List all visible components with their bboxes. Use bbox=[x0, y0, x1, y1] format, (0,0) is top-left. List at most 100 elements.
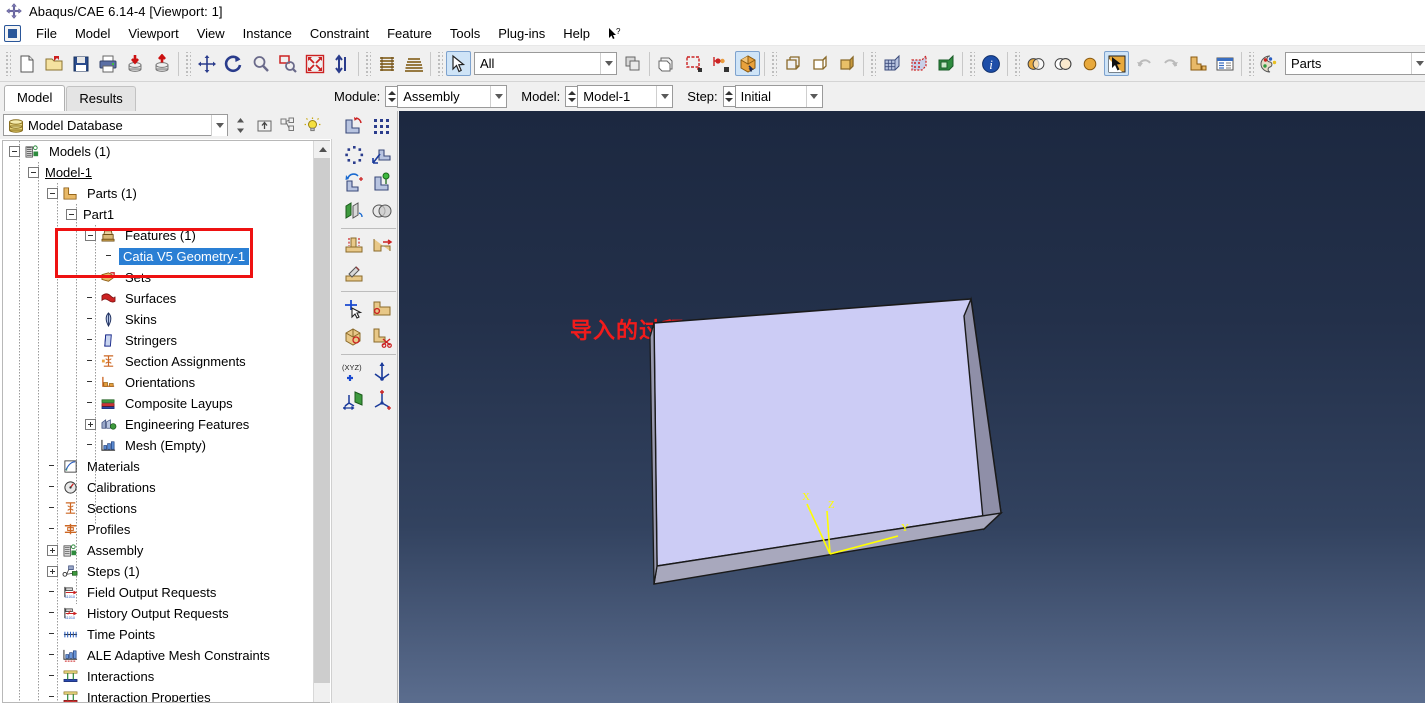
part-geometry[interactable]: X Y Z bbox=[399, 111, 1425, 703]
tree-expander-toggle[interactable] bbox=[66, 209, 77, 220]
toolbar-grip-view[interactable] bbox=[184, 51, 191, 76]
tab-results[interactable]: Results bbox=[66, 86, 136, 111]
tree-node-catia-v5-geometry-1[interactable]: Catia V5 Geometry-1 bbox=[3, 246, 313, 267]
tree-node-interactions[interactable]: Interactions bbox=[3, 666, 313, 687]
tree-node-engineering-features[interactable]: Engineering Features bbox=[3, 414, 313, 435]
linear-pattern-icon[interactable] bbox=[368, 113, 396, 141]
filter-tree-icon[interactable] bbox=[276, 114, 300, 136]
edit-constraint-icon[interactable] bbox=[340, 260, 368, 288]
mesh-cube-icon[interactable] bbox=[879, 51, 904, 76]
datum-plane-icon[interactable] bbox=[340, 386, 368, 414]
parallel-icon[interactable] bbox=[401, 51, 426, 76]
import-icon[interactable] bbox=[122, 51, 147, 76]
select-entity-icon[interactable] bbox=[620, 51, 645, 76]
toolbar-grip-mesh[interactable] bbox=[869, 51, 876, 76]
tree-node-orientations[interactable]: Orientations bbox=[3, 372, 313, 393]
select-arrow-icon[interactable] bbox=[446, 51, 471, 76]
model-database-combo[interactable]: Model Database bbox=[3, 114, 228, 136]
color-palette-icon[interactable] bbox=[1257, 51, 1282, 76]
datum-csys-create-icon[interactable] bbox=[368, 386, 396, 414]
query-point-icon[interactable] bbox=[340, 295, 368, 323]
tree-node-composite-layups[interactable]: Composite Layups bbox=[3, 393, 313, 414]
toolbar-grip-bool[interactable] bbox=[1013, 51, 1020, 76]
toolbar-grip-info[interactable] bbox=[968, 51, 975, 76]
merge-cut-icon[interactable] bbox=[340, 197, 368, 225]
toolbar-grip[interactable] bbox=[4, 51, 11, 76]
remove-group-icon[interactable] bbox=[708, 51, 733, 76]
scroll-up-icon[interactable] bbox=[314, 141, 330, 158]
tree-node-interaction-properties[interactable]: Interaction Properties bbox=[3, 687, 313, 702]
tree-node-models-1[interactable]: Models (1) bbox=[3, 141, 313, 162]
menu-view[interactable]: View bbox=[188, 24, 234, 43]
toolbar-grip-proj[interactable] bbox=[364, 51, 371, 76]
tree-expander-toggle[interactable] bbox=[85, 419, 96, 430]
boolean-union-icon[interactable] bbox=[1023, 51, 1048, 76]
rotate-icon[interactable] bbox=[221, 51, 246, 76]
tree-expander-toggle[interactable] bbox=[28, 167, 39, 178]
query-info-icon[interactable]: i bbox=[978, 51, 1003, 76]
node-cube-icon[interactable] bbox=[906, 51, 931, 76]
tree-node-surfaces[interactable]: Surfaces bbox=[3, 288, 313, 309]
pan-icon[interactable] bbox=[194, 51, 219, 76]
tree-node-parts-1[interactable]: Parts (1) bbox=[3, 183, 313, 204]
tree-node-sets[interactable]: Sets bbox=[3, 267, 313, 288]
parallel-face-icon[interactable] bbox=[368, 232, 396, 260]
menu-feature[interactable]: Feature bbox=[378, 24, 441, 43]
model-tree-icon[interactable] bbox=[1212, 51, 1237, 76]
tree-node-ale-adaptive-mesh-constraints[interactable]: ALE Adaptive Mesh Constraints bbox=[3, 645, 313, 666]
boolean-intersect-icon[interactable] bbox=[1050, 51, 1075, 76]
chevron-down-icon-2[interactable] bbox=[1411, 53, 1425, 74]
tree-expander-toggle[interactable] bbox=[85, 230, 96, 241]
partition-cut-icon[interactable] bbox=[368, 323, 396, 351]
menu-plugins[interactable]: Plug-ins bbox=[489, 24, 554, 43]
selection-filter-combo[interactable]: All bbox=[474, 52, 617, 75]
tree-expander-toggle[interactable] bbox=[47, 566, 58, 577]
datum-xyz-icon[interactable]: (XYZ) bbox=[340, 358, 368, 386]
perspective-icon[interactable] bbox=[374, 51, 399, 76]
tree-node-field-output-requests[interactable]: 11010 Field Output Requests bbox=[3, 582, 313, 603]
tab-model[interactable]: Model bbox=[4, 85, 66, 111]
probe-arrow-icon[interactable] bbox=[1104, 51, 1129, 76]
tree-node-assembly[interactable]: Assembly bbox=[3, 540, 313, 561]
chevron-down-icon-model[interactable] bbox=[656, 86, 673, 107]
tree-node-stringers[interactable]: Stringers bbox=[3, 330, 313, 351]
menu-constraint[interactable]: Constraint bbox=[301, 24, 378, 43]
translate-to-icon[interactable] bbox=[368, 169, 396, 197]
model-spinner[interactable] bbox=[565, 86, 578, 107]
part-manager-icon[interactable] bbox=[1185, 51, 1210, 76]
step-combo[interactable]: Initial bbox=[734, 85, 823, 108]
save-disk-icon[interactable] bbox=[68, 51, 93, 76]
wireframe-icon[interactable] bbox=[780, 51, 805, 76]
chevron-down-icon[interactable] bbox=[600, 53, 616, 74]
toolbar-grip-color[interactable] bbox=[1247, 51, 1254, 76]
tree-node-features-1[interactable]: Features (1) bbox=[3, 225, 313, 246]
promote-icon[interactable] bbox=[252, 114, 276, 136]
context-help-icon[interactable]: ? bbox=[599, 25, 629, 43]
tree-node-materials[interactable]: ε Materials bbox=[3, 456, 313, 477]
rotate-instance-icon[interactable] bbox=[340, 169, 368, 197]
tree-node-model-1[interactable]: Model-1 bbox=[3, 162, 313, 183]
undo-icon[interactable] bbox=[1131, 51, 1156, 76]
radial-pattern-icon[interactable] bbox=[340, 141, 368, 169]
green-cube-icon[interactable] bbox=[933, 51, 958, 76]
tree-node-part1[interactable]: Part1 bbox=[3, 204, 313, 225]
module-spinner[interactable] bbox=[385, 86, 398, 107]
tree-expander-toggle[interactable] bbox=[47, 545, 58, 556]
fit-all-icon[interactable] bbox=[302, 51, 327, 76]
chevron-down-icon-db[interactable] bbox=[211, 114, 227, 136]
partition-cell-icon[interactable] bbox=[340, 323, 368, 351]
menu-file[interactable]: File bbox=[27, 24, 66, 43]
boolean-merge-icon[interactable] bbox=[1077, 51, 1102, 76]
menu-instance[interactable]: Instance bbox=[234, 24, 301, 43]
tree-node-skins[interactable]: Skins bbox=[3, 309, 313, 330]
menu-model[interactable]: Model bbox=[66, 24, 119, 43]
export-icon[interactable] bbox=[149, 51, 174, 76]
datum-axis-icon[interactable] bbox=[368, 358, 396, 386]
create-constraint-icon[interactable] bbox=[340, 232, 368, 260]
chevron-down-icon-step[interactable] bbox=[805, 86, 822, 107]
tree-node-calibrations[interactable]: Calibrations bbox=[3, 477, 313, 498]
tree-node-time-points[interactable]: Time Points bbox=[3, 624, 313, 645]
color-target-combo[interactable]: Parts bbox=[1285, 52, 1425, 75]
model-combo[interactable]: Model-1 bbox=[577, 85, 674, 108]
toolbar-grip-render[interactable] bbox=[770, 51, 777, 76]
